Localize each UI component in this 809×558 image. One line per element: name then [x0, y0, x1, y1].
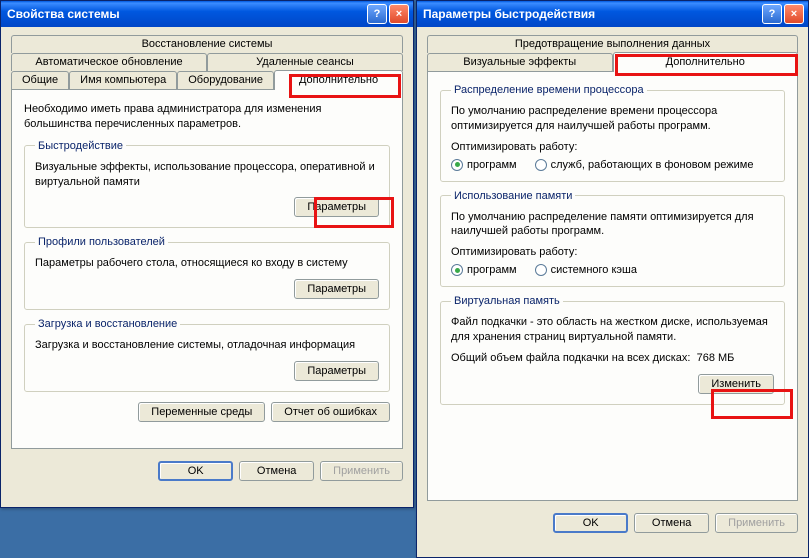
mem-optimize-label: Оптимизировать работу: — [451, 245, 774, 260]
group-virtual-memory: Виртуальная память Файл подкачки - это о… — [440, 295, 785, 405]
cpu-optimize-label: Оптимизировать работу: — [451, 140, 774, 155]
env-vars-button[interactable]: Переменные среды — [138, 402, 265, 422]
close-button[interactable]: × — [784, 4, 804, 24]
cpu-opt-services[interactable]: служб, работающих в фоновом режиме — [535, 159, 754, 171]
performance-desc: Визуальные эффекты, использование процес… — [35, 160, 379, 190]
ok-button[interactable]: OK — [553, 513, 628, 533]
cpu-opt-programs[interactable]: программ — [451, 159, 517, 171]
radio-label: системного кэша — [551, 264, 637, 276]
tab-panel-advanced: Распределение времени процессора По умол… — [427, 71, 798, 501]
tab-advanced[interactable]: Дополнительно — [613, 52, 799, 72]
tab-advanced[interactable]: Дополнительно — [274, 70, 403, 90]
vmem-total-value: 768 МБ — [697, 352, 735, 364]
vmem-total-label: Общий объем файла подкачки на всех диска… — [451, 352, 690, 364]
dialog-buttons: OK Отмена Применить — [1, 453, 413, 491]
startup-params-button[interactable]: Параметры — [294, 361, 379, 381]
radio-icon — [535, 159, 547, 171]
tab-computer-name[interactable]: Имя компьютера — [69, 71, 177, 90]
tab-panel-advanced: Необходимо иметь права администратора дл… — [11, 89, 403, 449]
vmem-change-button[interactable]: Изменить — [698, 374, 774, 394]
mem-opt-cache[interactable]: системного кэша — [535, 264, 637, 276]
mem-legend: Использование памяти — [451, 190, 575, 202]
group-processor-scheduling: Распределение времени процессора По умол… — [440, 84, 785, 182]
group-startup-recovery: Загрузка и восстановление Загрузка и вос… — [24, 318, 390, 392]
startup-desc: Загрузка и восстановление системы, отлад… — [35, 338, 379, 353]
tab-remote[interactable]: Удаленные сеансы — [207, 53, 403, 71]
group-user-profiles: Профили пользователей Параметры рабочего… — [24, 236, 390, 310]
window-title: Свойства системы — [7, 7, 367, 21]
tabstrip: Восстановление системы Автоматическое об… — [11, 35, 403, 90]
titlebar[interactable]: Свойства системы ? × — [1, 1, 413, 27]
radio-label: программ — [467, 159, 517, 171]
cancel-button[interactable]: Отмена — [634, 513, 709, 533]
startup-legend: Загрузка и восстановление — [35, 318, 180, 330]
tab-system-restore[interactable]: Восстановление системы — [11, 35, 403, 53]
radio-icon — [451, 159, 463, 171]
close-button[interactable]: × — [389, 4, 409, 24]
cpu-desc: По умолчанию распределение времени проце… — [451, 104, 774, 134]
performance-params-button[interactable]: Параметры — [294, 197, 379, 217]
vmem-desc: Файл подкачки - это область на жестком д… — [451, 315, 774, 345]
mem-desc: По умолчанию распределение памяти оптими… — [451, 210, 774, 240]
vmem-legend: Виртуальная память — [451, 295, 563, 307]
dialog-buttons: OK Отмена Применить — [417, 505, 808, 543]
radio-label: служб, работающих в фоновом режиме — [551, 159, 754, 171]
cancel-button[interactable]: Отмена — [239, 461, 314, 481]
tabstrip: Предотвращение выполнения данных Визуаль… — [427, 35, 798, 72]
admin-note: Необходимо иметь права администратора дл… — [24, 102, 390, 132]
window-title: Параметры быстродействия — [423, 7, 762, 21]
mem-opt-programs[interactable]: программ — [451, 264, 517, 276]
performance-legend: Быстродействие — [35, 140, 126, 152]
performance-options-window: Параметры быстродействия ? × Предотвраще… — [416, 0, 809, 558]
titlebar[interactable]: Параметры быстродействия ? × — [417, 1, 808, 27]
radio-icon — [535, 264, 547, 276]
tab-visual-effects[interactable]: Визуальные эффекты — [427, 53, 613, 72]
tab-general[interactable]: Общие — [11, 71, 69, 90]
ok-button[interactable]: OK — [158, 461, 233, 481]
tab-auto-updates[interactable]: Автоматическое обновление — [11, 53, 207, 71]
tab-hardware[interactable]: Оборудование — [177, 71, 274, 90]
profiles-params-button[interactable]: Параметры — [294, 279, 379, 299]
help-button[interactable]: ? — [367, 4, 387, 24]
radio-label: программ — [467, 264, 517, 276]
group-performance: Быстродействие Визуальные эффекты, испол… — [24, 140, 390, 229]
group-memory-usage: Использование памяти По умолчанию распре… — [440, 190, 785, 288]
apply-button[interactable]: Применить — [320, 461, 403, 481]
radio-icon — [451, 264, 463, 276]
error-report-button[interactable]: Отчет об ошибках — [271, 402, 390, 422]
apply-button[interactable]: Применить — [715, 513, 798, 533]
profiles-desc: Параметры рабочего стола, относящиеся ко… — [35, 256, 379, 271]
profiles-legend: Профили пользователей — [35, 236, 168, 248]
cpu-legend: Распределение времени процессора — [451, 84, 647, 96]
tab-dep[interactable]: Предотвращение выполнения данных — [427, 35, 798, 53]
system-properties-window: Свойства системы ? × Восстановление сист… — [0, 0, 414, 508]
help-button[interactable]: ? — [762, 4, 782, 24]
